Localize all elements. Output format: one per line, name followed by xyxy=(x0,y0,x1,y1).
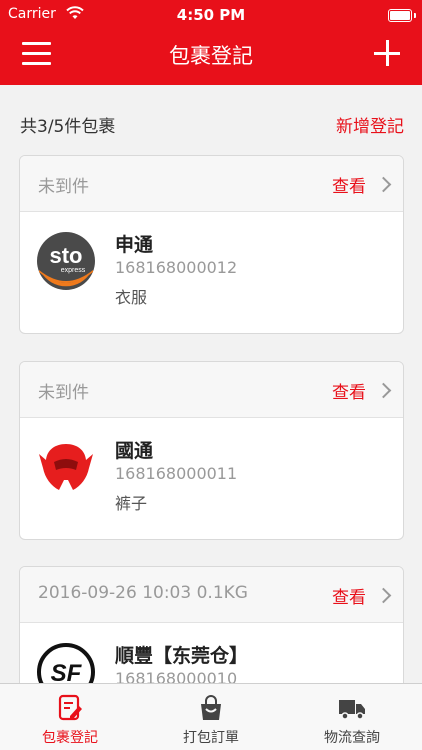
shopping-bag-icon xyxy=(201,695,221,720)
chevron-right-icon xyxy=(375,382,392,399)
tab-logistics-query[interactable]: 物流查詢 xyxy=(282,684,422,750)
svg-text:express: express xyxy=(61,267,86,274)
carrier-name: 申通 xyxy=(115,234,154,256)
plus-icon[interactable] xyxy=(374,40,400,66)
card-header: 未到件 查看 xyxy=(20,362,403,418)
package-status: 2016-09-26 10:03 0.1KG xyxy=(38,583,248,603)
tab-label: 打包訂單 xyxy=(183,730,239,746)
carrier-name: 國通 xyxy=(115,440,154,462)
package-card[interactable]: 未到件 查看 sto express 申通 168168000012 衣服 xyxy=(19,155,404,334)
tracking-number: 168168000012 xyxy=(115,258,238,277)
status-bar: Carrier 4:50 PM xyxy=(0,0,422,30)
card-header: 未到件 查看 xyxy=(20,156,403,212)
chevron-right-icon xyxy=(375,176,392,193)
item-description: 裤子 xyxy=(115,494,148,513)
tab-label: 包裹登記 xyxy=(42,730,98,746)
new-registration-link[interactable]: 新增登記 xyxy=(336,112,404,137)
view-button[interactable]: 查看 xyxy=(332,172,392,197)
tab-bar: 包裹登記 打包訂單 物流查詢 xyxy=(0,683,422,750)
battery-icon xyxy=(388,9,416,22)
package-status: 未到件 xyxy=(38,177,89,197)
page-title: 包裹登記 xyxy=(169,44,253,68)
status-time: 4:50 PM xyxy=(176,6,246,24)
package-card[interactable]: 未到件 查看 國通 168168000011 裤子 xyxy=(19,361,404,540)
sto-express-logo: sto express xyxy=(37,232,95,290)
package-count: 共3/5件包裹 xyxy=(20,117,116,137)
tracking-number: 168168000011 xyxy=(115,464,238,483)
tab-packing-orders[interactable]: 打包訂單 xyxy=(141,684,281,750)
tab-package-register[interactable]: 包裹登記 xyxy=(0,684,140,750)
app-header: Carrier 4:50 PM 包裹登記 xyxy=(0,0,422,85)
view-button[interactable]: 查看 xyxy=(332,378,392,403)
guotong-logo xyxy=(39,444,93,490)
view-button[interactable]: 查看 xyxy=(332,583,392,608)
register-edit-icon xyxy=(58,694,82,721)
tab-label: 物流查詢 xyxy=(324,730,380,746)
card-header: 2016-09-26 10:03 0.1KG 查看 xyxy=(20,567,403,623)
view-label: 查看 xyxy=(332,588,366,608)
view-label: 查看 xyxy=(332,177,366,197)
chevron-right-icon xyxy=(375,587,392,604)
package-status: 未到件 xyxy=(38,383,89,403)
carrier-name: 順豐【东莞仓】 xyxy=(115,645,249,667)
item-description: 衣服 xyxy=(115,288,148,307)
view-label: 查看 xyxy=(332,383,366,403)
svg-text:sto: sto xyxy=(50,243,83,268)
delivery-truck-icon xyxy=(339,700,365,720)
